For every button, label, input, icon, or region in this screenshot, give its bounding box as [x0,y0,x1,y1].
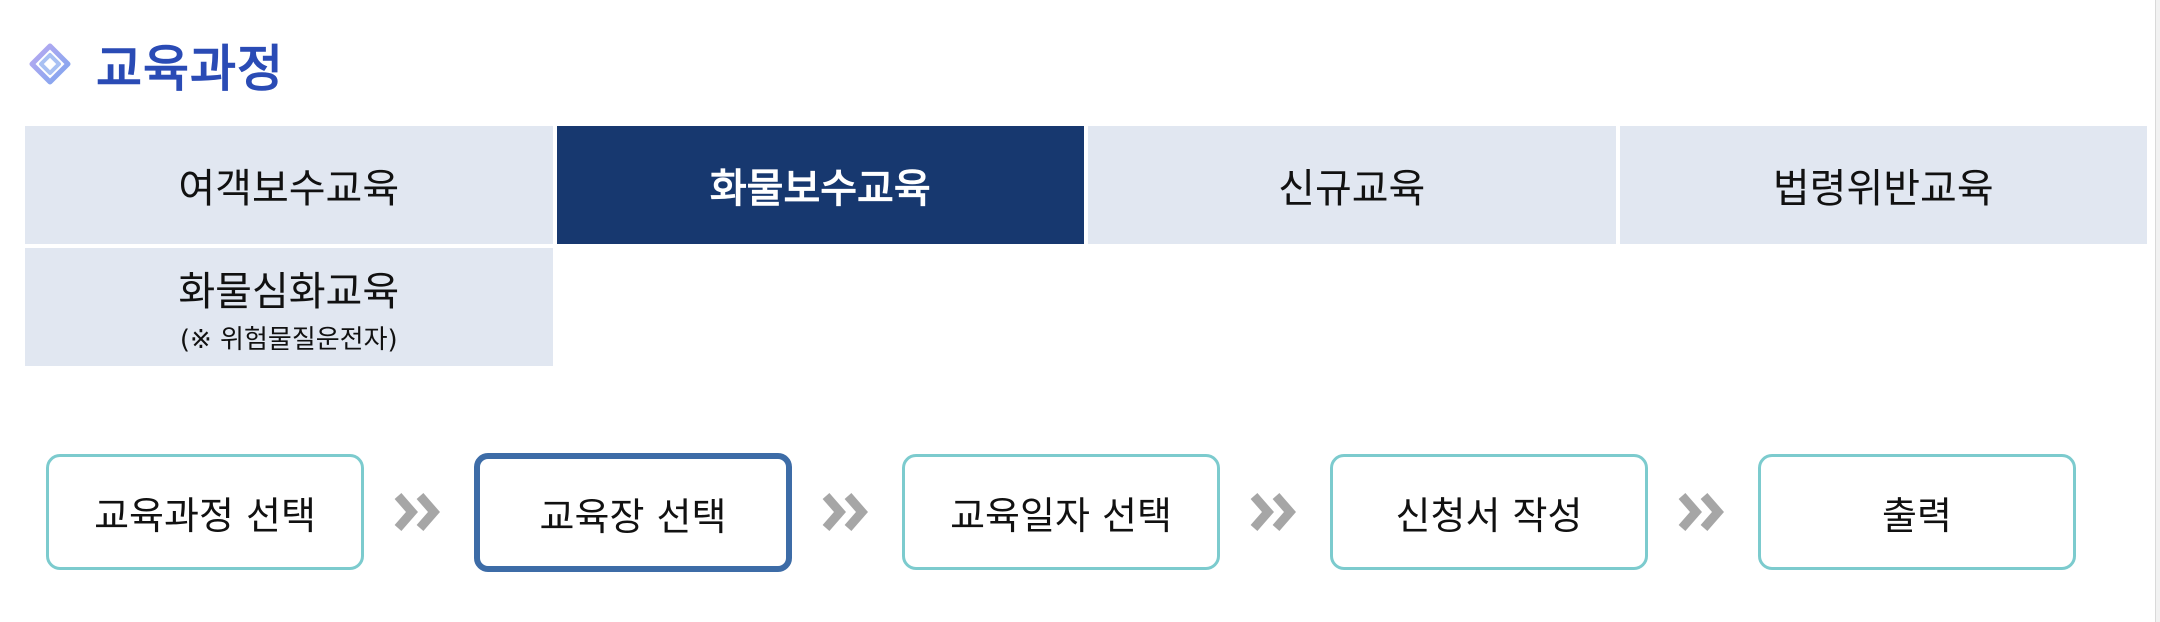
tab-cargo-advanced[interactable]: 화물심화교육 (※ 위험물질운전자) [25,248,553,366]
page-scrollbar[interactable] [2155,0,2160,622]
tab-label: 화물보수교육 [709,166,931,212]
tab-label: 화물심화교육 [178,268,400,315]
progress-steps: 교육과정 선택 교육장 선택 교육일자 선택 신청서 작성 출력 [46,452,2076,572]
tab-passenger-refresher[interactable]: 여객보수교육 [25,126,553,244]
step-label: 교육과정 선택 [94,493,316,538]
tab-cargo-refresher[interactable]: 화물보수교육 [556,126,1084,244]
double-chevron-right-icon [364,453,474,571]
step-label: 신청서 작성 [1395,493,1583,538]
step-select-course: 교육과정 선택 [46,454,364,570]
step-select-date: 교육일자 선택 [902,454,1220,570]
tab-new-training[interactable]: 신규교육 [1088,126,1616,244]
tab-label: 신규교육 [1278,166,1426,212]
double-chevron-right-icon [792,453,902,571]
page-title: 교육과정 [96,40,284,98]
tab-label: 여객보수교육 [178,166,400,212]
double-chevron-right-icon [1648,453,1758,571]
double-chevron-right-icon [1220,453,1330,571]
diamond-layers-icon [29,43,71,85]
tab-law-violation[interactable]: 법령위반교육 [1619,126,2147,244]
course-tabs: 여객보수교육 화물보수교육 신규교육 법령위반교육 화물심화교육 (※ 위험물질… [25,126,2147,366]
step-write-application: 신청서 작성 [1330,454,1648,570]
step-select-venue: 교육장 선택 [474,452,792,572]
section-header: 교육과정 [28,30,284,100]
step-label: 출력 [1882,493,1952,538]
step-label: 교육장 선택 [539,495,727,539]
step-print: 출력 [1758,454,2076,570]
tab-sublabel: (※ 위험물질운전자) [179,324,398,355]
step-label: 교육일자 선택 [950,493,1172,538]
tab-label: 법령위반교육 [1772,166,1994,212]
